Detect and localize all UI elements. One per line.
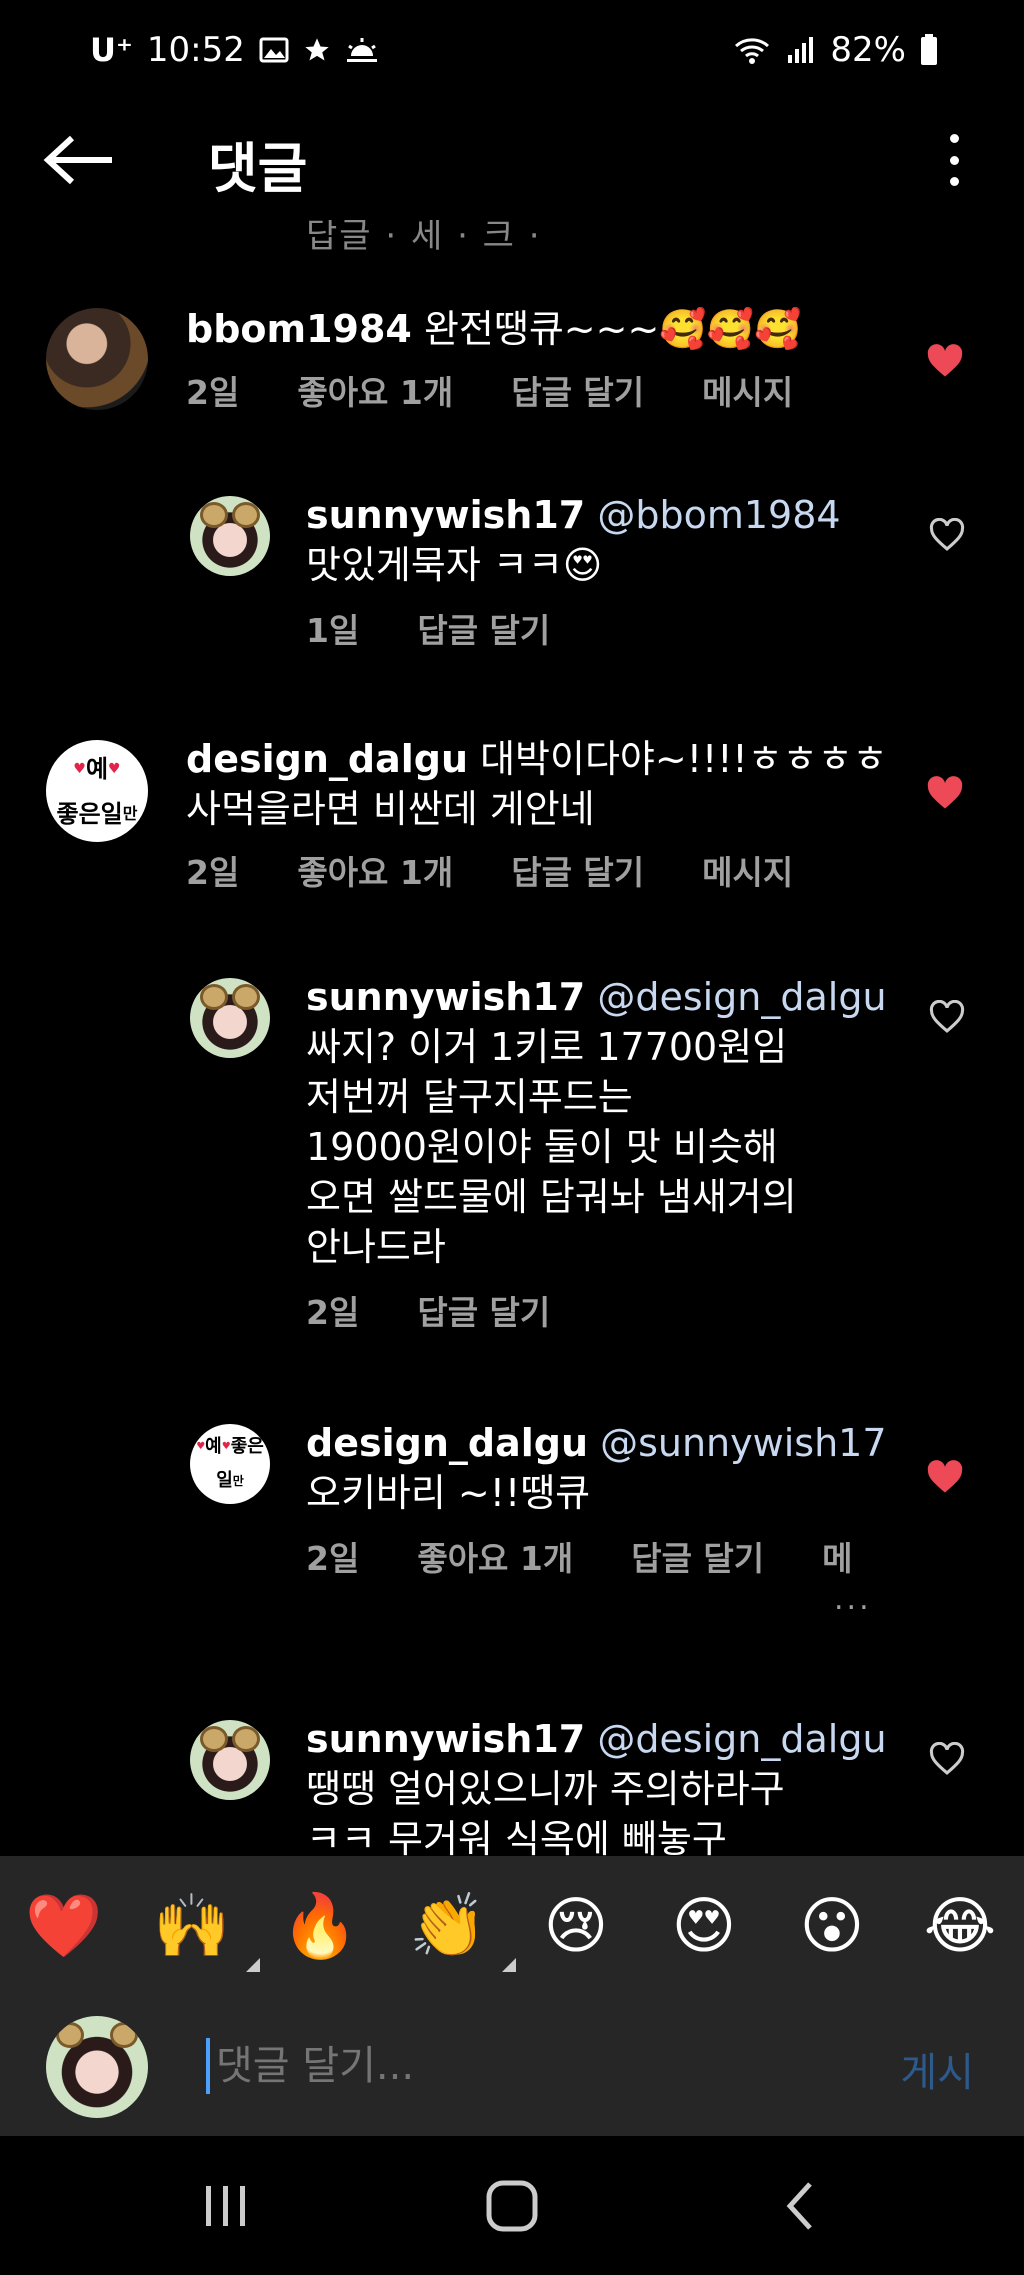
likes-count[interactable]: 좋아요 1개 [417, 1532, 573, 1580]
mention-link[interactable]: @sunnywish17 [600, 1421, 886, 1465]
username[interactable]: design_dalgu [306, 1421, 588, 1465]
more-vertical-icon [949, 134, 959, 143]
like-heart-outline-icon[interactable] [928, 1000, 966, 1034]
comment-time: 2일 [306, 1539, 360, 1578]
comment-line: 완전땡큐~~~🥰🥰🥰 [423, 307, 802, 351]
comment-line: 오면 쌀뜨물에 담궈놔 냄새거의 [306, 1175, 797, 1219]
comment-time: 2일 [306, 1293, 360, 1332]
emoji-clapping-button[interactable]: 👏 [408, 1886, 516, 1972]
system-navigation-bar [0, 2136, 1024, 2275]
avatar[interactable] [190, 978, 270, 1058]
back-nav-button[interactable] [760, 2176, 840, 2236]
message-button[interactable]: 메시지 [702, 366, 793, 414]
avatar[interactable] [46, 308, 148, 410]
reply-button[interactable]: 답글 달기 [417, 1286, 550, 1334]
cut-off-text: 답글 · 세 · 크 · [306, 220, 542, 256]
recent-apps-icon [206, 2186, 245, 2226]
avatar[interactable] [190, 496, 270, 576]
arrow-left-icon [43, 135, 112, 185]
comment-line: 땡땡 얼어있으니까 주의하라구 [306, 1767, 785, 1811]
mention-link[interactable]: @design_dalgu [597, 1717, 886, 1761]
comment-line: 대박이다야~!!!!ㅎㅎㅎㅎ [480, 737, 888, 781]
home-button[interactable] [472, 2176, 552, 2236]
emoji-laughing-button[interactable]: 😂 [920, 1886, 1000, 1966]
emoji-heart-eyes-button[interactable]: 😍 [664, 1886, 744, 1966]
post-button[interactable]: 게시 [900, 2040, 974, 2098]
emoji-raising-hands-button[interactable]: 🙌 [152, 1886, 260, 1972]
emoji-heart-button[interactable]: ❤️ [24, 1886, 104, 1966]
back-button[interactable] [40, 130, 120, 190]
more-options-button[interactable] [924, 128, 984, 192]
message-button[interactable]: 메 [822, 1532, 852, 1580]
comment-time: 2일 [186, 853, 240, 892]
skin-tone-indicator-icon [246, 1958, 260, 1972]
like-heart-outline-icon[interactable] [928, 518, 966, 552]
avatar[interactable]: ♥ 예 ♥ 좋은 일 만 [46, 740, 148, 842]
comment-input[interactable] [206, 2038, 846, 2094]
like-heart-outline-icon[interactable] [928, 1742, 966, 1776]
clock: 10:52 [146, 30, 245, 70]
avatar[interactable] [190, 1720, 270, 1800]
comment-line: 사먹을라면 비싼데 게안네 [186, 787, 595, 831]
top-app-bar: 댓글 [0, 100, 1024, 220]
username[interactable]: sunnywish17 [306, 975, 585, 1019]
comment-line: 오키바리 ~!!땡큐 [306, 1471, 591, 1515]
username[interactable]: sunnywish17 [306, 1717, 585, 1761]
message-button[interactable]: 메시지 [702, 846, 793, 894]
emoji-reaction-bar: ❤️ 🙌 🔥 👏 😢 😍 😮 😂 [0, 1856, 1024, 1996]
comment-line: 저번꺼 달구지푸드는 [306, 1075, 633, 1119]
comments-list[interactable]: 답글 · 세 · 크 · bbom1984 완전땡큐~~~🥰🥰🥰 2일 좋아요 … [0, 220, 1024, 1856]
more-actions[interactable]: ... [834, 1582, 887, 1617]
home-icon [486, 2180, 538, 2232]
reply-button[interactable]: 답글 달기 [631, 1532, 764, 1580]
comment-line: 안나드라 [306, 1225, 446, 1269]
page-title: 댓글 [208, 137, 308, 200]
comment-line: ㅋㅋ 무거워 식옥에 빼놓구 [306, 1817, 727, 1856]
username[interactable]: design_dalgu [186, 737, 468, 781]
reply-button[interactable]: 답글 달기 [417, 604, 550, 652]
comment-text: bbom1984 완전땡큐~~~🥰🥰🥰 [186, 304, 851, 354]
likes-count[interactable]: 좋아요 1개 [297, 846, 453, 894]
current-user-avatar [46, 2016, 148, 2118]
username[interactable]: bbom1984 [186, 307, 412, 351]
gallery-icon [259, 36, 289, 64]
emoji-crying-button[interactable]: 😢 [536, 1886, 616, 1966]
avatar[interactable]: ♥ 예 ♥ 좋은 일 만 [190, 1424, 270, 1504]
emoji-surprised-button[interactable]: 😮 [792, 1886, 872, 1966]
wifi-icon [732, 34, 772, 66]
username[interactable]: sunnywish17 [306, 493, 585, 537]
comment-line: 맛있게묵자 ㅋㅋ😍 [306, 543, 603, 587]
mention-link[interactable]: @design_dalgu [597, 975, 886, 1019]
carrier-label: U⁺ [90, 31, 133, 69]
weather-icon [345, 36, 379, 64]
star-icon [303, 36, 331, 64]
battery-percent: 82% [830, 30, 906, 70]
comment-line: 19000원이야 둘이 맛 비슷해 [306, 1125, 778, 1169]
like-heart-filled-icon[interactable] [926, 1460, 964, 1494]
like-heart-filled-icon[interactable] [926, 344, 964, 378]
status-bar: U⁺ 10:52 82% [0, 0, 1024, 100]
chevron-left-icon [786, 2182, 812, 2230]
comment-time: 1일 [306, 611, 360, 650]
emoji-fire-button[interactable]: 🔥 [280, 1886, 360, 1966]
comment-composer: 게시 [0, 1996, 1024, 2136]
signal-icon [786, 35, 816, 65]
comment-time: 2일 [186, 373, 240, 412]
reply-button[interactable]: 답글 달기 [511, 846, 644, 894]
comment-line: 싸지? 이거 1키로 17700원임 [306, 1025, 788, 1069]
recent-apps-button[interactable] [186, 2176, 266, 2236]
reply-button[interactable]: 답글 달기 [511, 366, 644, 414]
mention-link[interactable]: @bbom1984 [597, 493, 840, 537]
likes-count[interactable]: 좋아요 1개 [297, 366, 453, 414]
skin-tone-indicator-icon [502, 1958, 516, 1972]
like-heart-filled-icon[interactable] [926, 776, 964, 810]
battery-icon [920, 34, 938, 66]
